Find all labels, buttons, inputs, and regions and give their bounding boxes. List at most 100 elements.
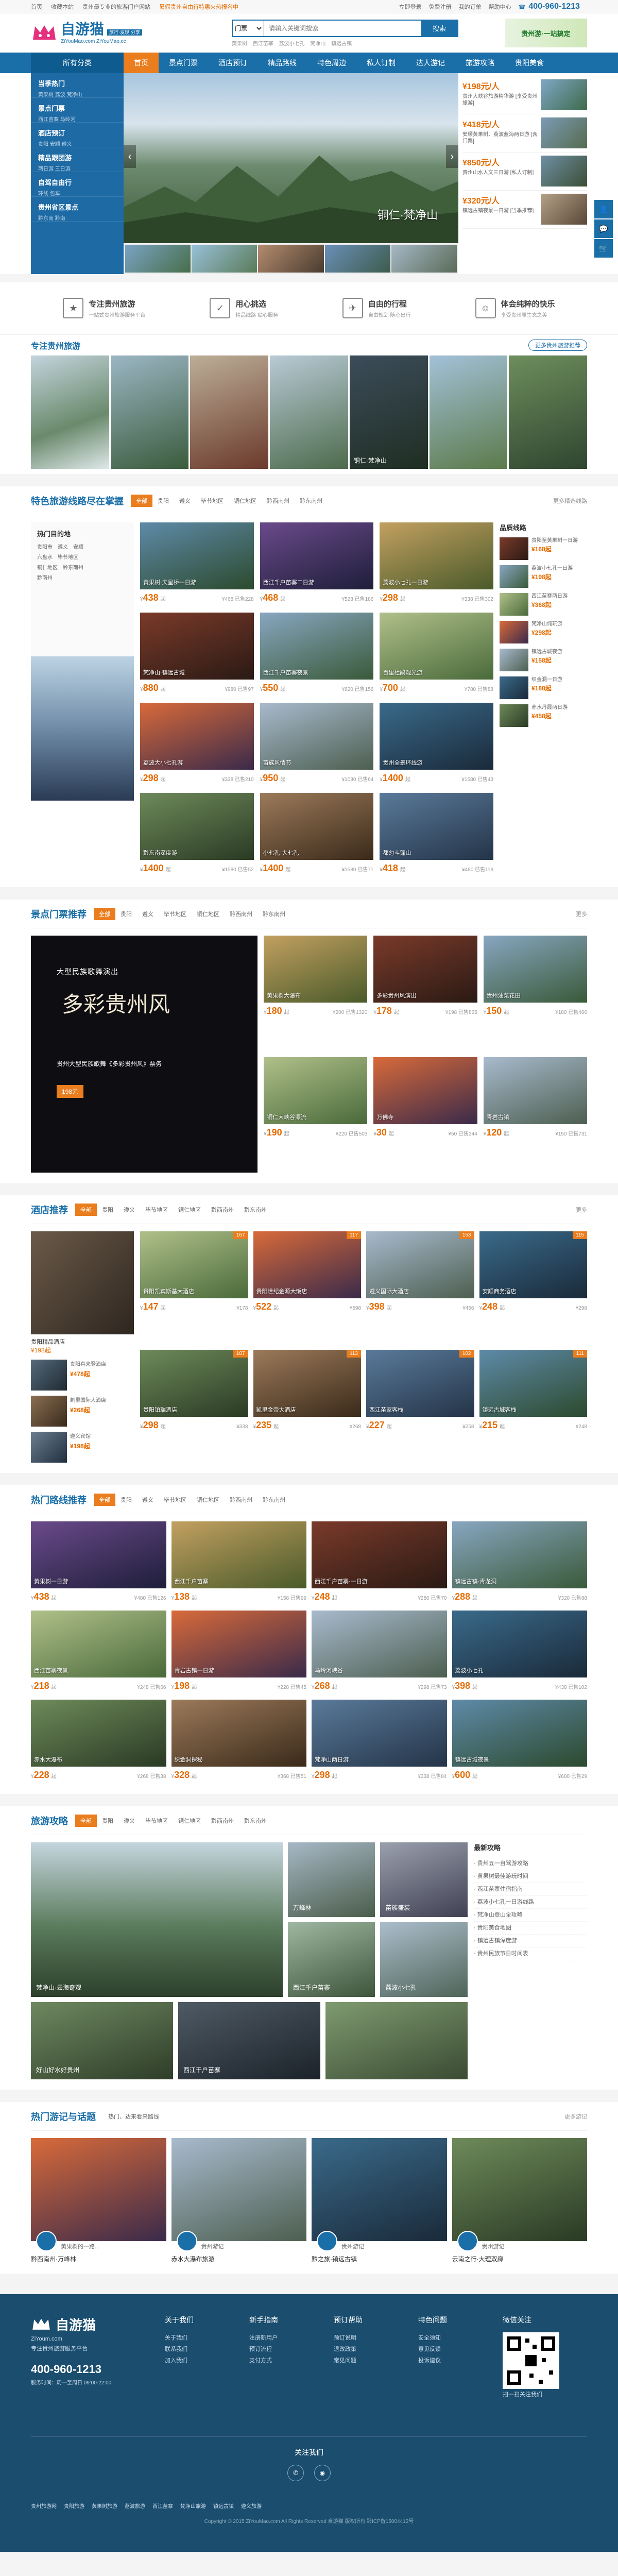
product-card[interactable]: 153 遵义国际大酒店 ¥398 起 ¥456 — [366, 1231, 474, 1345]
destination-link[interactable]: 六盘水 — [37, 555, 53, 561]
footer-link[interactable]: 黄果树旅游 — [92, 2504, 117, 2510]
gallery-image[interactable] — [190, 355, 269, 469]
product-card[interactable]: 百里杜鹃观光游 ¥700 起 ¥780 已售88 — [380, 613, 493, 697]
gallery-image[interactable] — [110, 355, 189, 469]
destination-link[interactable]: 黔东南州 — [63, 565, 83, 571]
login-link[interactable]: 立即登录 — [399, 3, 422, 11]
hot-keyword[interactable]: 黄果树 — [232, 41, 247, 47]
product-card[interactable]: 102 西江苗家客栈 ¥227 起 ¥258 — [366, 1349, 474, 1463]
slider-prev-arrow[interactable]: ‹ — [124, 145, 136, 168]
footer-link[interactable]: 梵净山旅游 — [180, 2504, 206, 2510]
tab[interactable]: 毕节地区 — [140, 1204, 173, 1216]
tab[interactable]: 贵阳 — [115, 1494, 137, 1506]
footer-link[interactable]: 预订流程 — [249, 2344, 334, 2355]
footer-link[interactable]: 贵州旅游网 — [31, 2504, 57, 2510]
more-link[interactable]: 更多 — [576, 1206, 587, 1214]
gallery-image[interactable] — [31, 355, 109, 469]
cart-icon[interactable]: 🛒 — [594, 239, 613, 258]
tab[interactable]: 黔东南州 — [239, 1204, 272, 1216]
product-card[interactable]: 黔东南深度游 ¥1400 起 ¥1580 已售52 — [140, 793, 254, 877]
gallery-image[interactable] — [509, 355, 588, 469]
category-group[interactable]: 景点门票 西江苗寨 马岭河 — [31, 98, 124, 123]
tab[interactable]: 全部 — [131, 494, 152, 507]
quality-route-item[interactable]: 荔波小七孔一日游 ¥198起 — [500, 565, 587, 588]
product-card[interactable]: 梵净山·镇远古城 ¥880 起 ¥980 已售97 — [140, 613, 254, 697]
destination-link[interactable]: 铜仁地区 — [37, 565, 58, 571]
chat-icon[interactable]: 💬 — [594, 219, 613, 238]
guide-image[interactable]: 西江千户苗寨 — [178, 2002, 320, 2079]
guide-image[interactable]: 万峰林 — [287, 1842, 375, 1917]
guide-image[interactable] — [325, 2002, 468, 2079]
product-card[interactable]: 西江千户苗寨夜景 ¥550 起 ¥620 已售156 — [260, 613, 374, 697]
more-link[interactable]: 更多游记 — [564, 2112, 587, 2121]
nav-item-custom[interactable]: 私人订制 — [356, 53, 406, 73]
product-card[interactable]: 黄果树·天星桥一日游 ¥438 起 ¥468 已售228 — [140, 522, 254, 606]
product-card[interactable]: 167 贵阳凯宾斯基大酒店 ¥147 起 ¥178 — [140, 1231, 248, 1345]
quality-route-item[interactable]: 西江苗寨两日游 ¥368起 — [500, 593, 587, 616]
tab[interactable]: 铜仁地区 — [192, 908, 225, 920]
all-categories-button[interactable]: 所有分类 — [31, 53, 124, 73]
topbar-home-link[interactable]: 首页 — [31, 4, 42, 10]
footer-link[interactable]: 西江苗寨 — [152, 2504, 173, 2510]
gallery-image[interactable]: 铜仁·梵净山 — [349, 355, 428, 469]
topbar-favorite-link[interactable]: 收藏本站 — [51, 4, 74, 10]
footer-link[interactable]: 镇远古镇 — [213, 2504, 234, 2510]
more-link[interactable]: 更多贵州旅游推荐 — [528, 340, 587, 351]
guide-news-item[interactable]: · 黄果树最佳游玩时间 — [474, 1870, 587, 1883]
hot-route-item[interactable]: ¥198元/人 贵州大峡谷旅游精华游 [享受贵州旅游] — [462, 76, 587, 114]
product-card[interactable]: 织金洞探秘 ¥328 起 ¥368 已售51 — [171, 1700, 306, 1784]
product-card[interactable]: 荔波小七孔一日游 ¥298 起 ¥338 已售302 — [380, 522, 493, 606]
footer-link[interactable]: 注册新用户 — [249, 2332, 334, 2344]
guide-news-item[interactable]: · 贵州民族节日时间表 — [474, 1947, 587, 1960]
product-card[interactable]: 赤水大瀑布 ¥228 起 ¥268 已售38 — [31, 1700, 166, 1784]
tab[interactable]: 遵义 — [174, 495, 196, 507]
hot-route-item[interactable]: ¥320元/人 镇远古镇夜景一日游 [当季推荐] — [462, 191, 587, 229]
tab[interactable]: 黔西南州 — [225, 1494, 258, 1506]
nav-item-guides[interactable]: 旅游攻略 — [455, 53, 505, 73]
footer-link[interactable]: 支付方式 — [249, 2355, 334, 2366]
product-card[interactable]: 镇远古镇·青龙洞 ¥288 起 ¥320 已售88 — [452, 1521, 587, 1605]
header-ad-banner[interactable]: 贵州游·一站搞定 — [505, 19, 587, 47]
tab[interactable]: 铜仁地区 — [192, 1494, 225, 1506]
slider-next-arrow[interactable]: › — [446, 145, 458, 168]
product-card[interactable]: 万佛寺 ¥30 起 ¥50 已售244 — [373, 1057, 477, 1173]
tab[interactable]: 毕节地区 — [140, 1815, 173, 1827]
product-card[interactable]: 荔波大小七孔游 ¥298 起 ¥338 已售210 — [140, 703, 254, 787]
register-link[interactable]: 免费注册 — [429, 3, 452, 11]
destination-link[interactable]: 贵阳市 — [37, 545, 53, 550]
product-card[interactable]: 荔波小七孔 ¥398 起 ¥438 已售102 — [452, 1611, 587, 1694]
tab[interactable]: 黔西南州 — [262, 495, 295, 507]
nav-item-notes[interactable]: 达人游记 — [406, 53, 455, 73]
quality-route-item[interactable]: 赤水丹霞两日游 ¥458起 — [500, 704, 587, 727]
product-card[interactable]: 贵州全景环线游 ¥1400 起 ¥1580 已售43 — [380, 703, 493, 787]
guide-news-item[interactable]: · 荔波小七孔一日游线路 — [474, 1896, 587, 1909]
tab[interactable]: 遵义 — [137, 1494, 159, 1506]
product-card[interactable]: 107 贵阳铂瑞酒店 ¥298 起 ¥338 — [140, 1349, 248, 1463]
hot-keyword[interactable]: 荔波小七孔 — [279, 41, 305, 47]
tab[interactable]: 黔西南州 — [206, 1204, 239, 1216]
footer-link[interactable]: 意见反馈 — [418, 2344, 503, 2355]
gallery-image[interactable] — [429, 355, 508, 469]
footer-link[interactable]: 预订说明 — [334, 2332, 418, 2344]
guide-news-item[interactable]: · 西江苗寨住宿指南 — [474, 1883, 587, 1896]
tab[interactable]: 铜仁地区 — [229, 495, 262, 507]
footer-link[interactable]: 安全须知 — [418, 2332, 503, 2344]
tab[interactable]: 黔西南州 — [225, 908, 258, 920]
note-card[interactable]: 贵州游记 云南之行·大理双廊 — [452, 2138, 587, 2263]
product-card[interactable]: 苗族风情节 ¥950 起 ¥1080 已售64 — [260, 703, 374, 787]
product-card[interactable]: 镇远古城夜景 ¥600 起 ¥680 已售29 — [452, 1700, 587, 1784]
product-card[interactable]: 贵州油菜花田 ¥150 起 ¥180 已售466 — [483, 936, 587, 1051]
footer-link[interactable]: 常见问题 — [334, 2355, 418, 2366]
tab[interactable]: 黔东南州 — [258, 1494, 290, 1506]
product-card[interactable]: 梵净山两日游 ¥298 起 ¥338 已售84 — [312, 1700, 447, 1784]
tab[interactable]: 全部 — [94, 907, 115, 920]
tab[interactable]: 全部 — [75, 1203, 97, 1216]
show-ad-banner[interactable]: 大型民族歌舞演出 多彩贵州风 贵州大型民族歌舞《多彩贵州风》票务 198元 — [31, 936, 258, 1173]
footer-link[interactable]: 贵阳旅游 — [64, 2504, 84, 2510]
tab[interactable]: 全部 — [94, 1493, 115, 1506]
gallery-image[interactable] — [270, 355, 348, 469]
tab[interactable]: 黔东南州 — [295, 495, 328, 507]
slider-thumb[interactable] — [258, 245, 324, 273]
guide-image[interactable]: 西江千户苗寨 — [287, 1922, 375, 1997]
destination-link[interactable]: 遵义 — [58, 545, 68, 550]
